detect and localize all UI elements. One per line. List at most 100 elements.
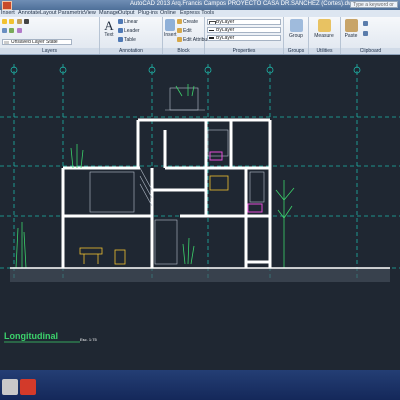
ground-fill <box>10 268 390 282</box>
linear-label: Linear <box>124 19 138 25</box>
clipboard-panel-title: Clipboard <box>341 48 400 54</box>
layer-tools-row <box>2 28 23 34</box>
window-title: AutoCAD 2013 Arq.Francis Campos PROYECTO… <box>130 1 356 7</box>
plant <box>182 237 195 265</box>
copy-button[interactable] <box>363 31 369 37</box>
menu-item-view[interactable]: View <box>84 10 96 17</box>
menu-item-manage[interactable]: Manage <box>99 10 119 17</box>
autocad-taskbar-icon[interactable] <box>20 379 36 395</box>
layer-state-icon <box>4 41 9 44</box>
text-button[interactable]: A Text <box>102 19 116 38</box>
menu-item-output[interactable]: Output <box>118 10 135 17</box>
menu-item-plugins[interactable]: Plug-ins <box>138 10 158 17</box>
group-button[interactable]: Group <box>286 19 306 39</box>
color-swatch-icon[interactable] <box>24 19 30 25</box>
furniture-item <box>247 203 263 213</box>
measure-label: Measure <box>314 33 334 39</box>
insert-block-icon <box>165 19 175 31</box>
leader-icon <box>118 28 123 34</box>
lineweight-icon <box>209 37 214 39</box>
plant <box>275 180 295 268</box>
annotation-panel-title: Annotation <box>100 48 162 54</box>
group-icon <box>289 19 303 32</box>
groups-panel: Group Groups <box>284 17 309 54</box>
layer-match-icon[interactable] <box>9 28 15 34</box>
drawing-title: Longitudinal <box>4 331 58 341</box>
building-section <box>61 118 272 268</box>
linear-button[interactable]: Linear <box>118 19 138 25</box>
menu-item-annotate[interactable]: Annotate <box>18 10 40 17</box>
create-label: Create <box>183 19 199 25</box>
table-icon <box>118 37 123 43</box>
linetype-icon <box>209 30 214 31</box>
edit-block-icon <box>177 28 182 34</box>
menu-item-online[interactable]: Online <box>160 10 176 17</box>
insert-button-label: Insert <box>164 32 177 38</box>
lock-icon[interactable] <box>16 19 22 25</box>
text-button-label: Text <box>104 32 114 38</box>
measure-button[interactable]: Measure <box>311 19 337 39</box>
clipboard-panel: Paste Clipboard <box>341 17 400 54</box>
table-label: Table <box>124 37 136 43</box>
layer-properties-icon[interactable] <box>2 28 7 34</box>
magenta-furniture <box>209 151 263 213</box>
leader-button[interactable]: Leader <box>118 28 140 34</box>
start-button[interactable] <box>2 379 18 395</box>
color-swatch-icon <box>209 21 216 24</box>
annotation-panel: A Text Linear Leader Table Annotation <box>100 17 163 54</box>
menu-item-insert[interactable]: Insert <box>1 10 15 17</box>
drawing-canvas: Longitudinal Esc. 1:75 <box>0 64 400 343</box>
search-input[interactable]: Type a keyword or phrase <box>350 1 398 15</box>
grid-axes <box>0 64 400 280</box>
group-label: Group <box>289 33 303 39</box>
ribbon: Unsaved Layer State Layers A Text Linear… <box>0 17 400 55</box>
door-frame <box>154 219 178 265</box>
block-panel: Insert Create Edit Edit Attributes Block <box>163 17 214 54</box>
sun-icon[interactable] <box>9 19 15 25</box>
stool <box>114 249 126 265</box>
paste-label: Paste <box>344 33 358 39</box>
drawing-scale: Esc. 1:75 <box>80 337 97 342</box>
color-dropdown[interactable]: ByLayer <box>207 19 281 25</box>
lineweight-value: ByLayer <box>216 35 235 41</box>
title-bar: AutoCAD 2013 Arq.Francis Campos PROYECTO… <box>0 0 400 15</box>
layers-panel-title: Layers <box>0 48 99 54</box>
plant <box>15 222 27 269</box>
application-menu-icon[interactable] <box>2 1 12 10</box>
layer-state-dropdown[interactable]: Unsaved Layer State <box>2 39 72 45</box>
properties-panel: ByLayer ByLayer ByLayer Properties <box>205 17 284 54</box>
insert-button[interactable]: Insert <box>164 19 177 38</box>
scissors-icon <box>363 21 368 27</box>
create-block-button[interactable]: Create <box>177 19 198 25</box>
leader-label: Leader <box>124 28 140 34</box>
table <box>79 247 103 255</box>
bulb-icon[interactable] <box>2 19 7 25</box>
table-button[interactable]: Table <box>118 37 136 43</box>
layer-icons-row <box>2 19 30 25</box>
linetype-value: ByLayer <box>216 27 235 33</box>
layer-previous-icon[interactable] <box>16 28 22 34</box>
create-block-icon <box>177 19 182 25</box>
plant <box>70 144 84 169</box>
layer-state-value: Unsaved Layer State <box>11 39 58 45</box>
lineweight-dropdown[interactable]: ByLayer <box>207 35 281 41</box>
plant <box>175 84 195 97</box>
ground <box>10 267 390 282</box>
details <box>89 87 265 265</box>
properties-panel-title: Properties <box>205 48 283 54</box>
drawing-viewport[interactable]: Longitudinal Esc. 1:75 <box>0 55 400 370</box>
paste-icon <box>344 19 358 32</box>
measure-icon <box>317 19 331 32</box>
taskbar <box>0 370 400 400</box>
cut-button[interactable] <box>363 21 369 27</box>
linetype-dropdown[interactable]: ByLayer <box>207 27 281 33</box>
menu-item-express-tools[interactable]: Express Tools <box>180 10 214 17</box>
parapet <box>169 87 199 111</box>
edit-block-button[interactable]: Edit <box>177 28 192 34</box>
menu-item-layout[interactable]: Layout <box>40 10 57 17</box>
copy-icon <box>363 31 368 37</box>
window-frame <box>249 171 265 203</box>
block-panel-title: Block <box>163 48 204 54</box>
paste-button[interactable]: Paste <box>343 19 359 39</box>
menu-item-parametric[interactable]: Parametric <box>58 10 85 17</box>
